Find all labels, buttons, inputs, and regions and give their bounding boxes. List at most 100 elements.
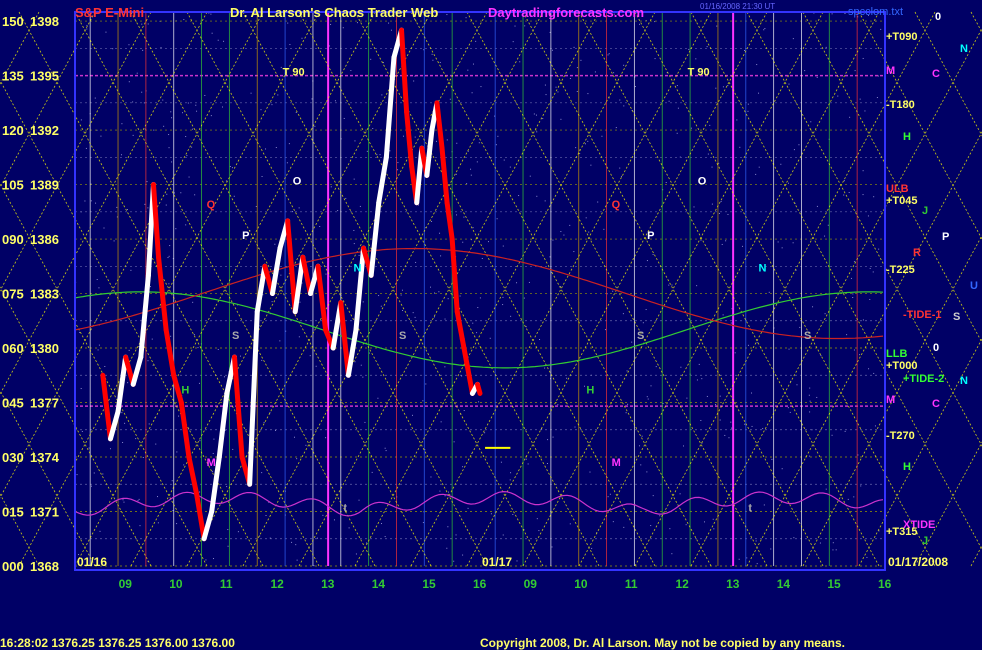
noise-dot (575, 147, 577, 149)
noise-dot (333, 519, 335, 521)
noise-dot (364, 421, 366, 423)
noise-dot (97, 349, 99, 351)
noise-dot (758, 92, 760, 94)
noise-dot (824, 313, 826, 315)
noise-dot (377, 397, 379, 399)
noise-dot (389, 150, 391, 152)
noise-dot (227, 529, 229, 531)
noise-dot (440, 255, 442, 257)
noise-dot (121, 123, 123, 125)
noise-dot (178, 415, 180, 417)
noise-dot (94, 97, 96, 99)
noise-dot (132, 134, 134, 136)
noise-dot (229, 166, 231, 168)
noise-dot (309, 355, 311, 357)
noise-dot (739, 146, 741, 148)
noise-dot (573, 251, 575, 253)
noise-dot (171, 117, 173, 119)
y-tick-position: 105 (2, 178, 24, 193)
noise-dot (859, 98, 861, 100)
noise-dot (808, 394, 810, 396)
noise-dot (809, 411, 811, 413)
noise-dot (195, 104, 197, 106)
noise-dot (467, 69, 469, 71)
copyright: Copyright 2008, Dr. Al Larson. May not b… (480, 636, 845, 650)
noise-dot (609, 493, 611, 495)
noise-dot (182, 112, 184, 114)
noise-dot (223, 376, 225, 378)
noise-dot (843, 194, 845, 196)
noise-dot (545, 94, 547, 96)
noise-dot (362, 301, 364, 303)
noise-dot (555, 86, 557, 88)
noise-dot (539, 339, 541, 341)
y-tick-price: 1377 (30, 396, 59, 411)
noise-dot (286, 162, 288, 164)
x-day-label: 01/16 (77, 555, 107, 569)
noise-dot (329, 45, 331, 47)
noise-dot (446, 139, 448, 141)
right-label: J (922, 205, 928, 217)
noise-dot (277, 94, 279, 96)
right-label: M (886, 65, 895, 77)
flux-label: H (181, 384, 189, 396)
noise-dot (484, 432, 486, 434)
right-label: -T180 (886, 99, 915, 111)
noise-dot (560, 231, 562, 233)
noise-dot (622, 313, 624, 315)
noise-dot (465, 17, 467, 19)
y-tick-price: 1380 (30, 341, 59, 356)
y-tick-position: 075 (2, 287, 24, 302)
y-tick-price: 1395 (30, 69, 59, 84)
flux-label: P (242, 230, 249, 242)
noise-dot (594, 71, 596, 73)
right-label: 0 (933, 342, 939, 354)
noise-dot (523, 297, 525, 299)
noise-dot (728, 437, 730, 439)
noise-dot (462, 554, 464, 556)
noise-dot (668, 100, 670, 102)
noise-dot (467, 507, 469, 509)
x-hour-tick: 14 (372, 577, 386, 591)
noise-dot (168, 147, 170, 149)
noise-dot (736, 119, 738, 121)
noise-dot (634, 86, 636, 88)
noise-dot (444, 366, 446, 368)
right-label: R (913, 247, 921, 259)
noise-dot (233, 195, 235, 197)
noise-dot (730, 322, 732, 324)
noise-dot (756, 64, 758, 66)
noise-dot (799, 326, 801, 328)
noise-dot (99, 530, 101, 532)
noise-dot (594, 404, 596, 406)
noise-dot (848, 192, 850, 194)
noise-dot (880, 28, 882, 30)
noise-dot (446, 14, 448, 16)
noise-dot (90, 485, 92, 487)
noise-dot (569, 523, 571, 525)
noise-dot (557, 404, 559, 406)
noise-dot (623, 105, 625, 107)
noise-dot (868, 368, 870, 370)
noise-dot (478, 142, 480, 144)
noise-dot (316, 537, 318, 539)
noise-dot (288, 143, 290, 145)
noise-dot (471, 92, 473, 94)
noise-dot (535, 114, 537, 116)
noise-dot (188, 176, 190, 178)
y-tick-price: 1383 (30, 287, 59, 302)
noise-dot (354, 140, 356, 142)
noise-dot (105, 31, 107, 33)
site-url[interactable]: Daytradingforecasts.com (488, 5, 644, 20)
noise-dot (696, 285, 698, 287)
noise-dot (472, 227, 474, 229)
right-label: U (970, 280, 978, 292)
noise-dot (731, 427, 733, 429)
noise-dot (80, 119, 82, 121)
noise-dot (789, 411, 791, 413)
noise-dot (721, 243, 723, 245)
noise-dot (210, 13, 212, 15)
noise-dot (844, 430, 846, 432)
noise-dot (612, 290, 614, 292)
y-tick-price: 1389 (30, 178, 59, 193)
